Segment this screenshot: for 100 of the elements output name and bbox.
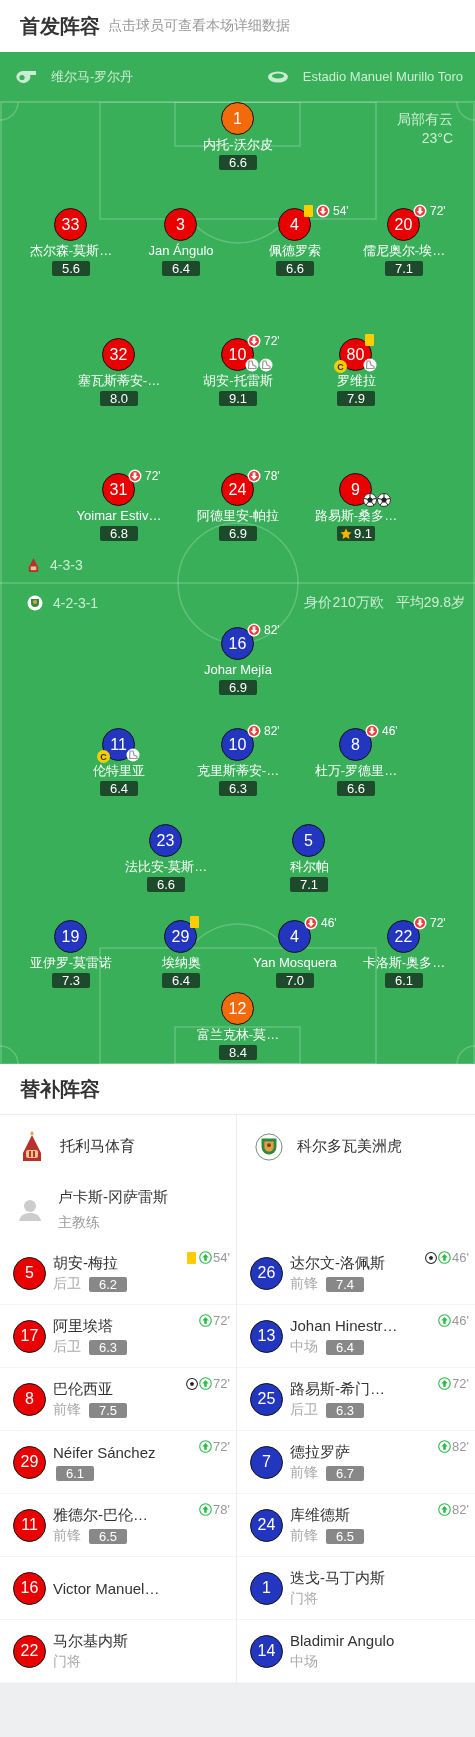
down-arrow-icon	[316, 204, 330, 218]
player-position: 前锋	[290, 1275, 318, 1293]
substitution-minute: 78'	[264, 469, 280, 483]
player-rating: 6.3	[89, 1339, 127, 1355]
substitution-minute: 72'	[430, 916, 446, 930]
player-name[interactable]: 库维德斯	[290, 1505, 364, 1524]
shirt-number[interactable]: 11	[13, 1508, 46, 1542]
player-rating: 6.2	[89, 1276, 127, 1292]
player-name[interactable]: Victor Manuel…	[53, 1578, 160, 1598]
player-name[interactable]: 内托-沃尔皮	[173, 137, 303, 153]
shirt-number[interactable]: 1	[221, 102, 254, 135]
shirt-number[interactable]: 31	[102, 473, 135, 506]
shirt-number[interactable]: 32	[102, 338, 135, 371]
shirt-number[interactable]: 7	[250, 1445, 283, 1479]
down-arrow-icon	[247, 469, 261, 483]
player-name[interactable]: 阿里埃塔	[53, 1316, 127, 1335]
substitution-minute: 72'	[452, 1376, 469, 1391]
shirt-number[interactable]: 20	[387, 208, 420, 241]
shirt-number[interactable]: 19	[54, 920, 87, 953]
player-name[interactable]: 迭戈-马丁内斯	[290, 1568, 385, 1587]
shirt-number[interactable]: 26	[250, 1256, 283, 1290]
substitution-minute: 72'	[145, 469, 161, 483]
player-position: 门将	[53, 1653, 81, 1671]
shirt-number[interactable]: 10	[221, 728, 254, 761]
substitution-minute: 72'	[213, 1313, 230, 1328]
player-name[interactable]: 巴伦西亚	[53, 1379, 127, 1398]
captain-badge: C	[97, 750, 110, 763]
shirt-number[interactable]: 1	[250, 1571, 283, 1605]
player-name[interactable]: 法比安-莫斯…	[101, 859, 231, 875]
player-position: 中场	[290, 1653, 318, 1671]
substitution-minute: 54'	[333, 204, 349, 218]
shirt-number[interactable]: 29	[164, 920, 197, 953]
shirt-number[interactable]: 16	[221, 627, 254, 660]
player-name[interactable]: Johar Mejía	[173, 662, 303, 678]
player-name[interactable]: 路易斯-希门…	[290, 1379, 385, 1398]
boot-icon	[245, 358, 259, 372]
shirt-number[interactable]: 8	[339, 728, 372, 761]
ball-icon	[363, 493, 377, 507]
player-rating: 6.7	[326, 1465, 364, 1481]
player-position: 后卫	[53, 1338, 81, 1356]
player-rating: 6.4	[162, 261, 200, 276]
shirt-number[interactable]: 25	[250, 1382, 283, 1416]
shirt-number[interactable]: 12	[221, 992, 254, 1025]
formation: 4-3-3	[50, 557, 83, 573]
substitution-minute: 82'	[264, 724, 280, 738]
player-name[interactable]: 达尔文-洛佩斯	[290, 1253, 385, 1272]
shirt-number[interactable]: 13	[250, 1319, 283, 1353]
player-name[interactable]: 马尔基内斯	[53, 1631, 128, 1650]
player-rating: 6.9	[219, 680, 257, 695]
shirt-number[interactable]: 22	[13, 1634, 46, 1668]
player-position: 前锋	[290, 1527, 318, 1545]
player-position: 前锋	[53, 1527, 81, 1545]
player-name[interactable]: 雅德尔-巴伦…	[53, 1505, 148, 1524]
shirt-number[interactable]: 14	[250, 1634, 283, 1668]
shirt-number[interactable]: 23	[149, 824, 182, 857]
shirt-number[interactable]: 16	[13, 1571, 46, 1605]
player-rating: 6.1	[56, 1465, 94, 1481]
player-rating: 7.3	[52, 973, 90, 988]
player-name[interactable]: 德拉罗萨	[290, 1442, 364, 1461]
down-arrow-icon	[128, 469, 142, 483]
player-rating: 6.6	[147, 877, 185, 892]
shirt-number[interactable]: 22	[387, 920, 420, 953]
shirt-number[interactable]: 24	[250, 1508, 283, 1542]
shirt-number[interactable]: 17	[13, 1319, 46, 1353]
shirt-number[interactable]: 33	[54, 208, 87, 241]
player-rating: 6.9	[219, 526, 257, 541]
shirt-number[interactable]: 3	[164, 208, 197, 241]
player-rating: 8.4	[219, 1045, 257, 1060]
shirt-number[interactable]: 8	[13, 1382, 46, 1416]
player-name[interactable]: Néifer Sánchez	[53, 1442, 156, 1462]
player-rating: 6.4	[100, 781, 138, 796]
player-name[interactable]: Bladimir Angulo	[290, 1631, 395, 1650]
boot-icon	[126, 748, 140, 762]
player-position: 中场	[290, 1338, 318, 1356]
substitution-minute: 72'	[213, 1376, 230, 1391]
player-rating: 6.6	[219, 155, 257, 170]
player-name[interactable]: Johan Hinestr…	[290, 1316, 398, 1335]
shirt-number[interactable]: 4	[278, 208, 311, 241]
down-arrow-icon	[365, 724, 379, 738]
shirt-number[interactable]: 4	[278, 920, 311, 953]
substitution-minute: 72'	[213, 1439, 230, 1454]
team-name: 科尔多瓦美洲虎	[297, 1137, 402, 1156]
player-rating: 6.6	[337, 781, 375, 796]
player-rating: 7.9	[337, 391, 375, 406]
substitution-minute: 54'	[213, 1250, 230, 1265]
shirt-number[interactable]: 5	[13, 1256, 46, 1290]
shirt-number[interactable]: 5	[292, 824, 325, 857]
market-value: 身价210万欧	[304, 594, 384, 612]
coach-role: 主教练	[58, 1214, 101, 1232]
coach-name[interactable]: 卢卡斯-冈萨雷斯	[58, 1188, 168, 1207]
player-rating: 7.1	[385, 261, 423, 276]
shirt-number[interactable]: 29	[13, 1445, 46, 1479]
team-crest-icon	[27, 595, 43, 611]
player-name[interactable]: 富兰克林-莫…	[173, 1027, 303, 1043]
player-name[interactable]: 科尔帕	[244, 859, 374, 875]
shirt-number[interactable]: 24	[221, 473, 254, 506]
player-name[interactable]: 胡安-梅拉	[53, 1253, 127, 1272]
substitution-minute: 82'	[452, 1439, 469, 1454]
substitution-minute: 78'	[213, 1502, 230, 1517]
stadium-icon	[266, 69, 289, 84]
